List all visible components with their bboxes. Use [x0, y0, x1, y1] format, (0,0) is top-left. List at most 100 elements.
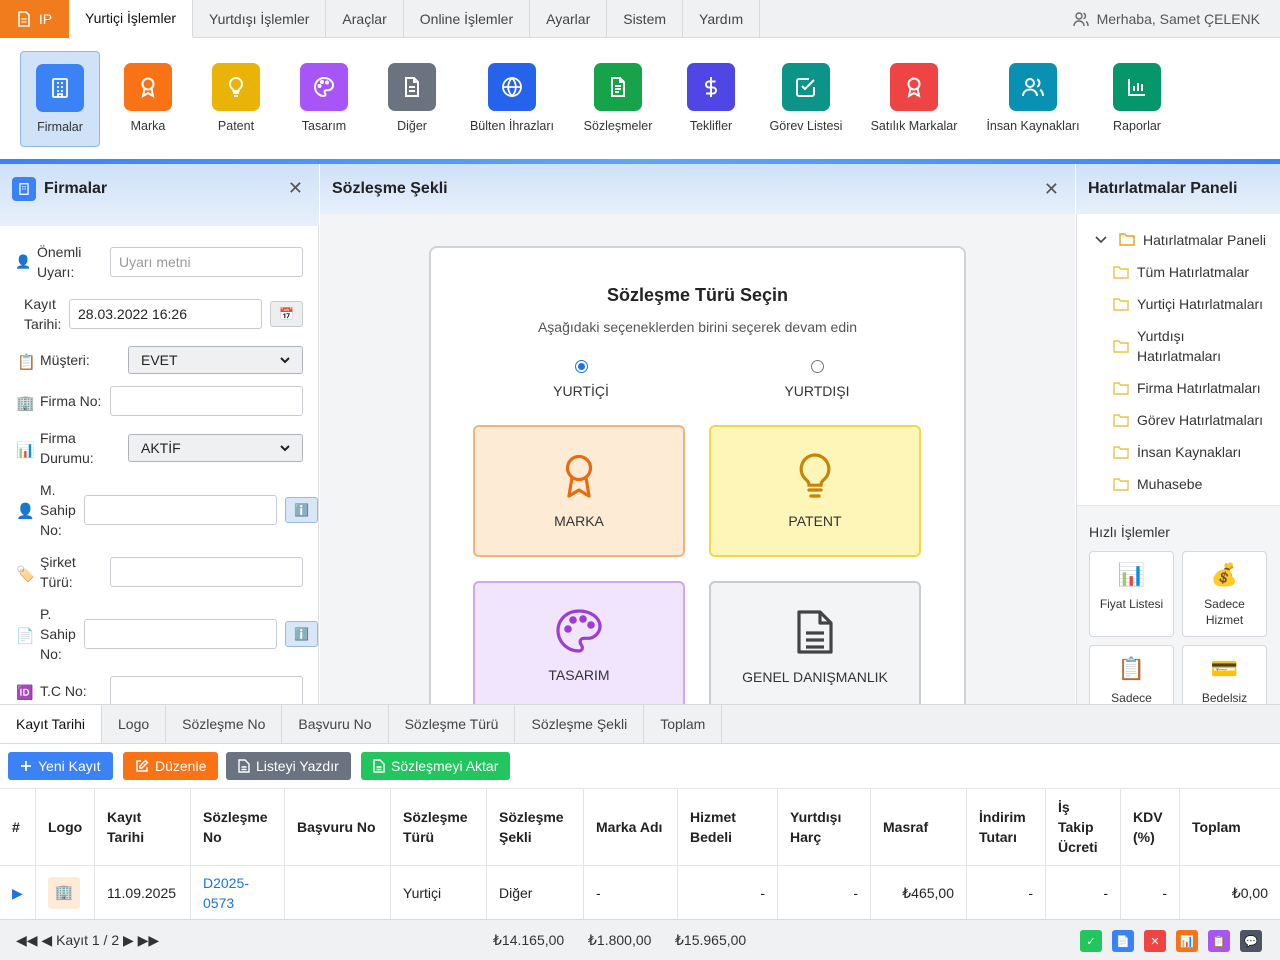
building-icon	[12, 177, 36, 201]
column-header[interactable]: Toplam	[1180, 788, 1280, 866]
edit-button[interactable]: Düzenle	[123, 752, 219, 780]
chart-icon[interactable]: 📊	[1176, 930, 1198, 952]
close-icon[interactable]: ✕	[1144, 930, 1166, 952]
option-patent[interactable]: PATENT	[709, 425, 921, 557]
tree-item-yurtici[interactable]: Yurtiçi Hatırlatmaları	[1113, 294, 1263, 314]
toolbar-label: Firmalar	[37, 120, 83, 134]
firma-durumu-select[interactable]: AKTİF	[128, 434, 303, 462]
new-record-button[interactable]: Yeni Kayıt	[8, 752, 113, 780]
tab-sozlesme-sekli[interactable]: Sözleşme Şekli	[515, 705, 645, 743]
tc-no-input[interactable]	[110, 676, 303, 704]
print-list-button[interactable]: Listeyi Yazdır	[226, 752, 351, 780]
p-sahip-no-input[interactable]	[84, 619, 277, 649]
option-marka[interactable]: MARKA	[473, 425, 685, 557]
menu-yardim[interactable]: Yardım	[683, 0, 761, 38]
column-header[interactable]: Sözleşme Şekli	[487, 788, 584, 866]
tree-root-label: Hatırlatmalar Paneli	[1143, 232, 1266, 248]
column-header[interactable]: Logo	[36, 788, 95, 866]
user-greeting[interactable]: Merhaba, Samet ÇELENK	[1072, 0, 1280, 37]
column-header[interactable]: Sözleşme No	[191, 788, 285, 866]
modal-title: Sözleşme Türü Seçin	[606, 285, 789, 305]
tree-item-label: Görev Hatırlatmaları	[1137, 412, 1264, 428]
onemli-uyari-input[interactable]: Uyarı metni	[110, 247, 303, 277]
calendar-icon[interactable]: 📅	[270, 301, 303, 327]
toolbar-label: Görev Listesi	[769, 119, 843, 133]
menu-online[interactable]: Online İşlemler	[404, 0, 531, 38]
document-icon	[796, 609, 834, 655]
tree-item-yurtdisi[interactable]: Yurtdışı Hatırlatmaları	[1113, 326, 1263, 366]
column-header[interactable]: İndirim Tutarı	[967, 788, 1046, 866]
toolbar-label: Tasarım	[301, 119, 347, 133]
radio-yurtici[interactable]: YURTİÇİ	[531, 360, 631, 399]
menu-ayarlar[interactable]: Ayarlar	[530, 0, 608, 38]
firma-no-input[interactable]	[110, 386, 303, 416]
column-header[interactable]: Masraf	[871, 788, 967, 866]
toolbar-diger[interactable]: Diğer	[377, 51, 447, 147]
column-header[interactable]: Başvuru No	[285, 788, 391, 866]
record-navigator[interactable]: ◀◀ ◀ Kayıt 1 / 2 ▶ ▶▶	[16, 932, 159, 949]
grid-footer: ◀◀ ◀ Kayıt 1 / 2 ▶ ▶▶ ₺14.165,00 ₺1.800,…	[0, 919, 1280, 960]
tab-sozlesme-turu[interactable]: Sözleşme Türü	[389, 705, 516, 743]
column-header[interactable]: Marka Adı	[584, 788, 678, 866]
tree-item-tum[interactable]: Tüm Hatırlatmalar	[1113, 262, 1249, 282]
toolbar-gorev-listesi[interactable]: Görev Listesi	[764, 51, 848, 147]
toolbar-raporlar[interactable]: Raporlar	[1102, 51, 1172, 147]
tab-sozlesme-no[interactable]: Sözleşme No	[166, 705, 283, 743]
tree-item-gorev[interactable]: Görev Hatırlatmaları	[1113, 410, 1263, 430]
tree-item-insan-kaynaklari[interactable]: İnsan Kaynakları	[1113, 442, 1241, 462]
m-sahip-no-input[interactable]	[84, 495, 277, 525]
cell-sozlesme-no-link[interactable]: D2025-0573	[191, 866, 285, 919]
toolbar-sozlesmeler[interactable]: Sözleşmeler	[578, 51, 658, 147]
tab-logo[interactable]: Logo	[102, 705, 167, 743]
radio-yurtdisi[interactable]: YURTDIŞI	[767, 360, 867, 399]
quick-sadece[interactable]: 📋 Sadece	[1089, 645, 1174, 704]
column-header[interactable]: Hizmet Bedeli	[678, 788, 778, 866]
document-icon[interactable]: 📄	[1112, 930, 1134, 952]
check-icon[interactable]: ✓	[1080, 930, 1102, 952]
toolbar-firmalar[interactable]: Firmalar	[20, 51, 100, 147]
chevron-down-icon	[280, 444, 290, 452]
toolbar-insan-kaynaklari[interactable]: İnsan Kaynakları	[982, 51, 1084, 147]
info-icon[interactable]: ℹ️	[285, 497, 318, 523]
musteri-select[interactable]: EVET	[128, 346, 303, 374]
close-icon[interactable]: ✕	[1044, 179, 1059, 200]
quick-bedelsiz[interactable]: 💳 Bedelsiz	[1182, 645, 1267, 704]
menu-araclar[interactable]: Araçlar	[326, 0, 404, 38]
column-header[interactable]: Sözleşme Türü	[391, 788, 487, 866]
toolbar-marka[interactable]: Marka	[113, 51, 183, 147]
close-icon[interactable]: ✕	[288, 178, 303, 199]
toolbar-patent[interactable]: Patent	[201, 51, 271, 147]
column-header[interactable]: #	[0, 788, 36, 866]
kayit-tarihi-input[interactable]: 28.03.2022 16:26	[69, 299, 262, 329]
toolbar-teklifler[interactable]: Teklifler	[676, 51, 746, 147]
sirket-turu-input[interactable]	[110, 557, 303, 587]
column-header[interactable]: Yurtdışı Harç	[778, 788, 871, 866]
option-tasarim[interactable]: TASARIM	[473, 581, 685, 713]
transfer-contract-button[interactable]: Sözleşmeyi Aktar	[361, 752, 511, 780]
menu-sistem[interactable]: Sistem	[607, 0, 684, 38]
comment-icon[interactable]: 💬	[1240, 930, 1262, 952]
option-genel-danismanlik[interactable]: GENEL DANIŞMANLIK	[709, 581, 921, 713]
toolbar-bulten[interactable]: Bülten İhrazları	[467, 51, 557, 147]
clipboard-icon[interactable]: 📋	[1208, 930, 1230, 952]
toolbar-label: Diğer	[397, 119, 427, 133]
column-header[interactable]: KDV (%)	[1121, 788, 1180, 866]
quick-fiyat-listesi[interactable]: 📊 Fiyat Listesi	[1089, 551, 1174, 637]
users-icon	[1072, 11, 1089, 27]
tree-item-firma[interactable]: Firma Hatırlatmaları	[1113, 378, 1261, 398]
tree-item-muhasebe[interactable]: Muhasebe	[1113, 474, 1202, 494]
tree-root[interactable]: Hatırlatmalar Paneli	[1095, 230, 1266, 250]
info-icon[interactable]: ℹ️	[285, 621, 318, 647]
quick-sadece-hizmet[interactable]: 💰 Sadece Hizmet	[1182, 551, 1267, 637]
tab-toplam[interactable]: Toplam	[644, 705, 723, 743]
tab-kayit-tarihi[interactable]: Kayıt Tarihi	[0, 705, 102, 743]
column-header[interactable]: İş Takip Ücreti	[1046, 788, 1121, 866]
row-marker[interactable]: ▶	[0, 866, 36, 919]
menu-yurtici[interactable]: Yurtiçi İşlemler	[69, 0, 194, 38]
tab-basvuru-no[interactable]: Başvuru No	[282, 705, 389, 743]
toolbar-satilik-markalar[interactable]: Satılık Markalar	[866, 51, 962, 147]
app-brand[interactable]: IP	[0, 0, 69, 38]
column-header[interactable]: Kayıt Tarihi	[95, 788, 191, 866]
toolbar-tasarim[interactable]: Tasarım	[289, 51, 359, 147]
menu-yurtdisi[interactable]: Yurtdışı İşlemler	[193, 0, 327, 38]
